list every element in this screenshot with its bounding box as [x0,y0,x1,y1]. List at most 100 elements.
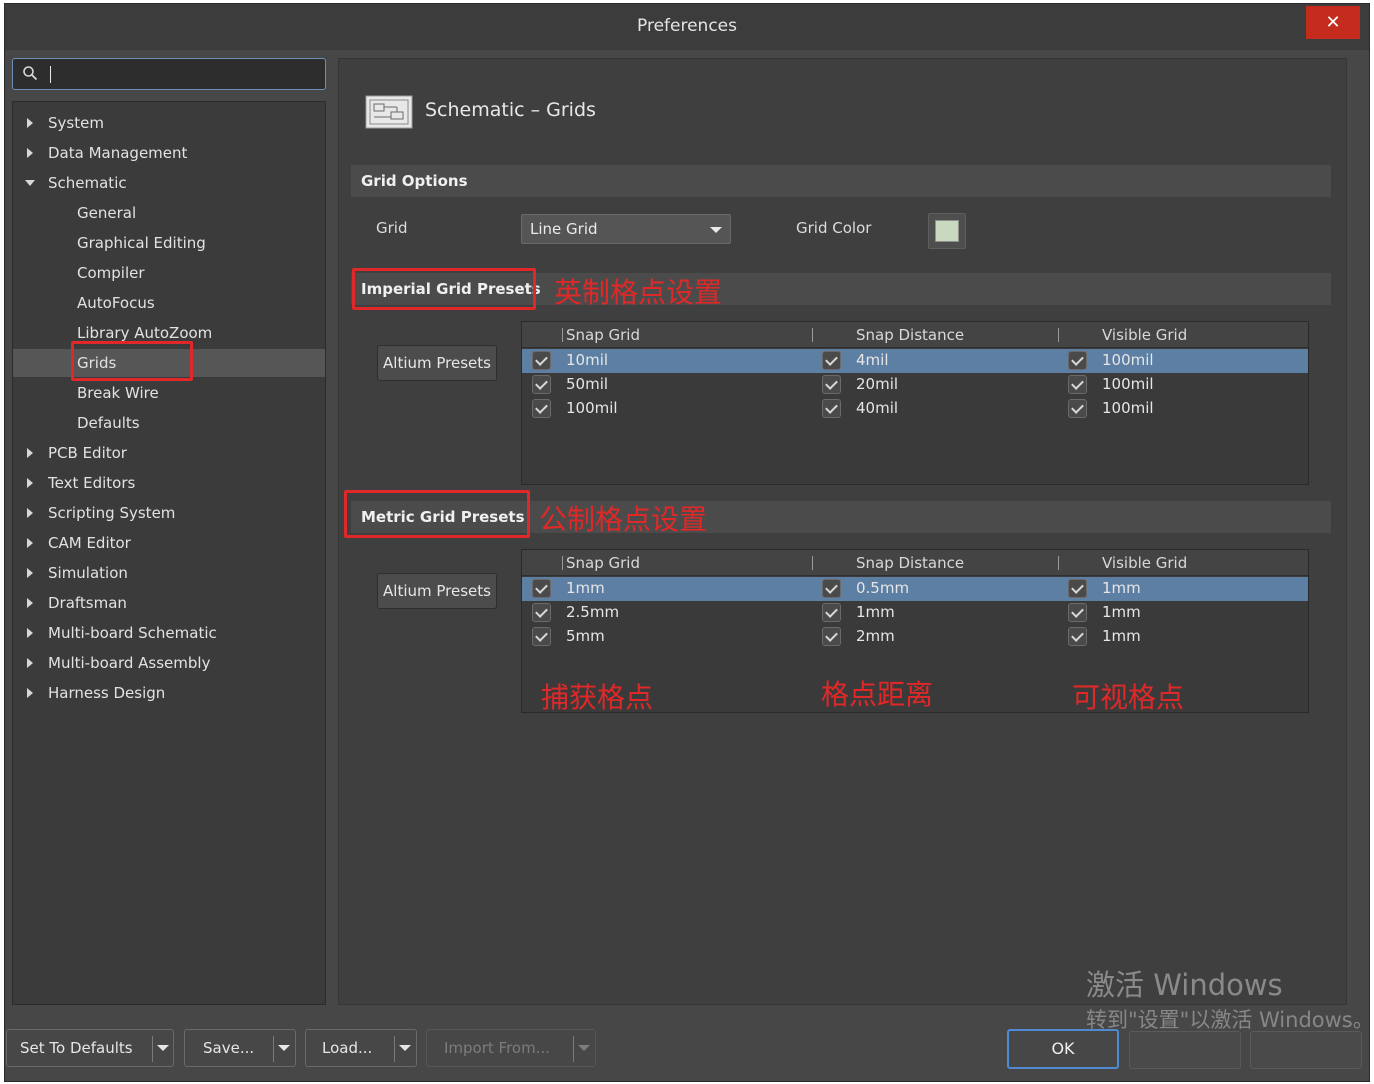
distance-value[interactable]: 40mil [856,399,898,417]
visible-value[interactable]: 100mil [1102,399,1154,417]
checkbox-checked-icon[interactable] [1068,351,1087,370]
tree-item-draftsman[interactable]: Draftsman [13,589,325,617]
tree-item-autofocus[interactable]: AutoFocus [13,289,325,317]
distance-value[interactable]: 0.5mm [856,579,909,597]
visible-value[interactable]: 100mil [1102,375,1154,393]
column-separator[interactable] [1058,556,1059,570]
tree-item-graphical-editing[interactable]: Graphical Editing [13,229,325,257]
set-to-defaults-button[interactable]: Set To Defaults [6,1029,174,1067]
checkbox-checked-icon[interactable] [532,627,551,646]
search-input[interactable] [12,58,326,90]
checkbox-checked-icon[interactable] [532,399,551,418]
checkbox-checked-icon[interactable] [532,351,551,370]
column-separator[interactable] [812,328,813,342]
expand-right-icon[interactable] [27,538,33,548]
metric-altium-presets-button[interactable]: Altium Presets [377,573,497,609]
expand-right-icon[interactable] [27,448,33,458]
close-button[interactable]: ✕ [1306,6,1360,39]
checkbox-checked-icon[interactable] [1068,579,1087,598]
tree-item-general[interactable]: General [13,199,325,227]
distance-value[interactable]: 1mm [856,603,895,621]
checkbox-checked-icon[interactable] [822,375,841,394]
column-separator[interactable] [1058,328,1059,342]
distance-value[interactable]: 2mm [856,627,895,645]
checkbox-checked-icon[interactable] [1068,603,1087,622]
column-header[interactable]: Visible Grid [1102,554,1187,572]
checkbox-checked-icon[interactable] [822,603,841,622]
distance-value[interactable]: 20mil [856,375,898,393]
expand-right-icon[interactable] [27,478,33,488]
table-row[interactable]: 100mil 40mil 100mil [522,397,1308,421]
expand-down-icon[interactable] [25,180,35,186]
column-separator[interactable] [562,556,563,570]
checkbox-checked-icon[interactable] [532,603,551,622]
visible-value[interactable]: 1mm [1102,579,1141,597]
expand-right-icon[interactable] [27,688,33,698]
grid-color-picker[interactable] [928,213,966,249]
tree-item-defaults[interactable]: Defaults [13,409,325,437]
apply-button[interactable] [1250,1031,1362,1069]
checkbox-checked-icon[interactable] [532,375,551,394]
imperial-altium-presets-button[interactable]: Altium Presets [377,345,497,381]
checkbox-checked-icon[interactable] [822,351,841,370]
expand-right-icon[interactable] [27,118,33,128]
tree-item-text-editors[interactable]: Text Editors [13,469,325,497]
table-row[interactable]: 50mil 20mil 100mil [522,373,1308,397]
checkbox-checked-icon[interactable] [1068,375,1087,394]
table-row[interactable]: 10mil 4mil 100mil [522,349,1308,373]
expand-right-icon[interactable] [27,628,33,638]
expand-right-icon[interactable] [27,568,33,578]
snap-value[interactable]: 1mm [566,579,605,597]
tree-item-simulation[interactable]: Simulation [13,559,325,587]
cancel-button[interactable] [1129,1031,1241,1069]
tree-item-harness-design[interactable]: Harness Design [13,679,325,707]
column-separator[interactable] [562,328,563,342]
column-header[interactable]: Snap Distance [856,554,964,572]
visible-value[interactable]: 100mil [1102,351,1154,369]
import-from-button[interactable]: Import From... [426,1029,596,1067]
visible-value[interactable]: 1mm [1102,627,1141,645]
visible-value[interactable]: 1mm [1102,603,1141,621]
load-button[interactable]: Load... [305,1029,417,1067]
tree-item-system[interactable]: System [13,109,325,137]
tree-item-pcb-editor[interactable]: PCB Editor [13,439,325,467]
expand-right-icon[interactable] [27,658,33,668]
checkbox-checked-icon[interactable] [1068,627,1087,646]
tree-item-multi-board-schematic[interactable]: Multi-board Schematic [13,619,325,647]
tree-item-data-management[interactable]: Data Management [13,139,325,167]
expand-right-icon[interactable] [27,598,33,608]
expand-right-icon[interactable] [27,508,33,518]
ok-button[interactable]: OK [1007,1029,1119,1069]
tree-item-scripting-system[interactable]: Scripting System [13,499,325,527]
table-row[interactable]: 5mm 2mm 1mm [522,625,1308,649]
tree-item-schematic[interactable]: Schematic [13,169,325,197]
column-header[interactable]: Snap Grid [566,326,640,344]
snap-value[interactable]: 10mil [566,351,608,369]
tree-item-cam-editor[interactable]: CAM Editor [13,529,325,557]
column-separator[interactable] [812,556,813,570]
checkbox-checked-icon[interactable] [822,579,841,598]
expand-right-icon[interactable] [27,148,33,158]
chevron-down-icon[interactable] [399,1045,411,1051]
column-header[interactable]: Snap Distance [856,326,964,344]
chevron-down-icon[interactable] [278,1045,290,1051]
checkbox-checked-icon[interactable] [822,399,841,418]
save-button[interactable]: Save... [184,1029,296,1067]
snap-value[interactable]: 100mil [566,399,618,417]
tree-item-break-wire[interactable]: Break Wire [13,379,325,407]
checkbox-checked-icon[interactable] [532,579,551,598]
checkbox-checked-icon[interactable] [1068,399,1087,418]
snap-value[interactable]: 50mil [566,375,608,393]
chevron-down-icon[interactable] [157,1045,169,1051]
snap-value[interactable]: 5mm [566,627,605,645]
table-row[interactable]: 2.5mm 1mm 1mm [522,601,1308,625]
distance-value[interactable]: 4mil [856,351,889,369]
column-header[interactable]: Visible Grid [1102,326,1187,344]
tree-item-multi-board-assembly[interactable]: Multi-board Assembly [13,649,325,677]
column-header[interactable]: Snap Grid [566,554,640,572]
tree-item-compiler[interactable]: Compiler [13,259,325,287]
checkbox-checked-icon[interactable] [822,627,841,646]
table-row[interactable]: 1mm 0.5mm 1mm [522,577,1308,601]
grid-type-select[interactable]: Line Grid [521,214,731,244]
snap-value[interactable]: 2.5mm [566,603,619,621]
